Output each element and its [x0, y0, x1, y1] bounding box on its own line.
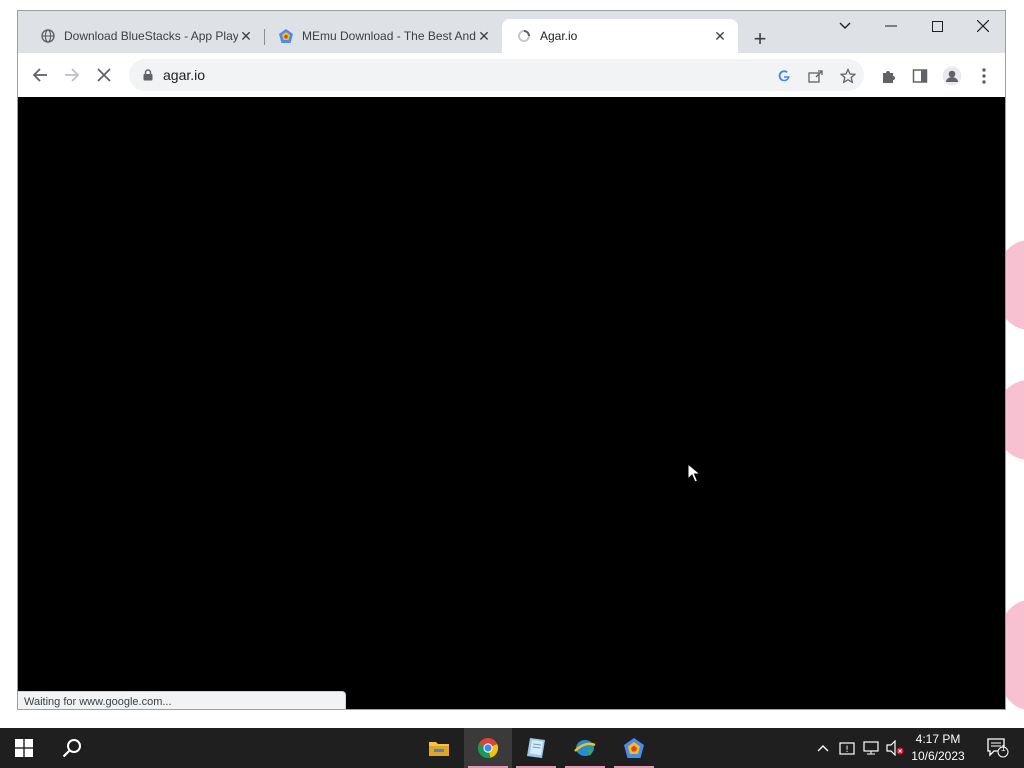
- address-bar[interactable]: agar.io: [129, 59, 864, 91]
- show-hidden-icons-button[interactable]: [812, 728, 834, 768]
- tab-bluestacks[interactable]: Download BlueStacks - App Play ✕: [26, 19, 264, 53]
- close-tab-icon[interactable]: ✕: [476, 28, 492, 44]
- taskbar-clock[interactable]: 4:17 PM 10/6/2023: [904, 731, 972, 765]
- loading-icon: [516, 28, 532, 44]
- mouse-cursor-icon: [687, 463, 701, 483]
- close-window-button[interactable]: [960, 11, 1005, 41]
- browser-window: Download BlueStacks - App Play ✕ MEmu Do…: [17, 10, 1006, 710]
- tab-title: MEmu Download - The Best And: [302, 29, 476, 43]
- close-tab-icon[interactable]: ✕: [238, 28, 254, 44]
- profile-avatar-icon[interactable]: [942, 66, 962, 86]
- action-center-button[interactable]: 1: [978, 728, 1018, 768]
- chevron-up-icon: [817, 745, 829, 752]
- browser-toolbar: agar.io: [18, 53, 1005, 97]
- taskbar-memu[interactable]: [610, 728, 658, 768]
- tab-memu[interactable]: MEmu Download - The Best And ✕: [264, 19, 502, 53]
- tab-strip: Download BlueStacks - App Play ✕ MEmu Do…: [18, 11, 1005, 53]
- notification-icon: [987, 738, 1009, 758]
- tab-title: Download BlueStacks - App Play: [64, 29, 238, 43]
- tab-search-button[interactable]: [822, 11, 868, 41]
- chrome-icon: [477, 738, 499, 759]
- svg-text:!: !: [845, 745, 849, 755]
- close-tab-icon[interactable]: ✕: [712, 28, 728, 44]
- forward-button[interactable]: [58, 61, 86, 89]
- clock-time: 4:17 PM: [915, 732, 961, 746]
- share-icon[interactable]: [807, 67, 825, 85]
- side-panel-icon[interactable]: [910, 66, 930, 86]
- memu-app-icon: [624, 738, 644, 758]
- taskbar-file-explorer[interactable]: [415, 728, 463, 768]
- tab-agario[interactable]: Agar.io ✕: [502, 19, 738, 53]
- clock-date: 10/6/2023: [911, 749, 965, 763]
- file-explorer-icon: [429, 742, 449, 756]
- page-content-canvas[interactable]: Waiting for www.google.com...: [18, 97, 1005, 709]
- stop-loading-button[interactable]: [90, 61, 118, 89]
- taskbar-notepad[interactable]: [512, 728, 560, 768]
- notepad-icon: [527, 738, 545, 758]
- arrow-left-icon: [32, 68, 47, 82]
- taskbar: ! 4:17 PM 10/6/2023 1: [0, 728, 1024, 768]
- back-button[interactable]: [26, 61, 54, 89]
- notification-count-badge: 1: [1001, 744, 1006, 753]
- lock-icon[interactable]: [141, 68, 155, 82]
- search-button[interactable]: [48, 728, 96, 768]
- more-menu-icon[interactable]: [974, 66, 994, 86]
- taskbar-chrome[interactable]: [464, 728, 512, 768]
- tray-security-icon[interactable]: !: [836, 728, 858, 768]
- extensions-icon[interactable]: [878, 66, 898, 86]
- chevron-down-icon: [839, 22, 851, 29]
- globe-icon: [40, 28, 56, 44]
- memu-icon: [278, 28, 294, 44]
- arrow-right-icon: [65, 68, 80, 82]
- address-text: agar.io: [163, 67, 206, 83]
- network-icon[interactable]: [860, 728, 882, 768]
- close-icon: [97, 68, 111, 82]
- search-icon: [62, 739, 81, 758]
- start-button[interactable]: [0, 728, 48, 768]
- new-tab-button[interactable]: +: [746, 25, 774, 53]
- star-icon[interactable]: [839, 67, 857, 85]
- status-bubble: Waiting for www.google.com...: [18, 691, 346, 709]
- ie-download-icon: [574, 740, 596, 756]
- windows-icon: [15, 739, 33, 757]
- taskbar-ie-download[interactable]: [561, 728, 609, 768]
- minimize-button[interactable]: [868, 11, 914, 41]
- google-lens-icon[interactable]: [775, 67, 793, 85]
- maximize-button[interactable]: [914, 11, 960, 41]
- tab-title: Agar.io: [540, 29, 578, 43]
- volume-muted-icon[interactable]: [884, 728, 906, 768]
